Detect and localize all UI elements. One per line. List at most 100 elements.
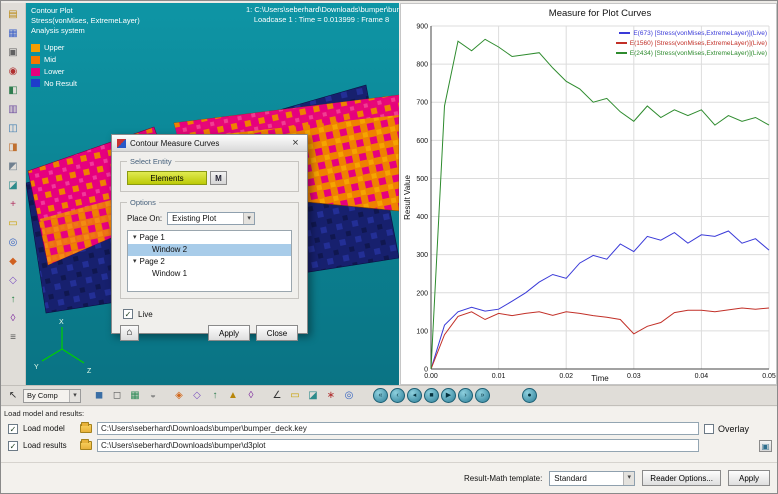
tensor-panel-icon[interactable]: ▲: [225, 388, 241, 404]
tree-expand-icon[interactable]: ▾: [133, 232, 137, 244]
selection-mode-dropdown[interactable]: By Comp▾: [23, 389, 81, 403]
entity-attributes-icon[interactable]: ◨: [5, 140, 21, 156]
capture-image-icon[interactable]: ◉: [5, 64, 21, 80]
chart-legend: E(673) [Stress(vonMises,ExtremeLayer)](L…: [616, 29, 767, 58]
tree-node-window-1[interactable]: Window 1: [128, 268, 291, 280]
folder-icon[interactable]: [80, 441, 92, 450]
chart-title: Measure for Plot Curves: [549, 8, 652, 19]
reader-options-button[interactable]: Reader Options...: [642, 470, 721, 486]
animation-slider-knob[interactable]: ●: [522, 388, 537, 403]
entity-mode-button[interactable]: M: [210, 171, 227, 185]
svg-text:400: 400: [416, 214, 428, 221]
page-layout-icon[interactable]: ◧: [5, 83, 21, 99]
shaded-mode-icon[interactable]: ◼: [91, 388, 107, 404]
iso-panel-icon[interactable]: ◇: [189, 388, 205, 404]
stop-button[interactable]: ■: [424, 388, 439, 403]
series-line-2[interactable]: [431, 39, 769, 369]
tree-node-label: Window 2: [152, 244, 187, 256]
previous-frame-button[interactable]: ‹: [390, 388, 405, 403]
tree-node-page-2[interactable]: ▾Page 2: [128, 256, 291, 268]
chevron-down-icon[interactable]: ▾: [623, 472, 634, 485]
dialog-title: Contour Measure Curves: [130, 139, 219, 148]
panel-apply-button[interactable]: Apply: [728, 470, 770, 486]
load-model-checkbox[interactable]: ✓: [8, 424, 18, 434]
svg-text:700: 700: [416, 100, 428, 107]
series-line-0[interactable]: [431, 231, 769, 369]
legend-color-swatch: [31, 56, 40, 64]
mask-icon[interactable]: ◩: [5, 159, 21, 175]
print-icon[interactable]: ▣: [5, 45, 21, 61]
preferences-icon[interactable]: ≡: [5, 330, 21, 346]
dialog-title-bar[interactable]: Contour Measure Curves ×: [112, 135, 307, 152]
apply-button[interactable]: Apply: [208, 325, 250, 341]
first-frame-button[interactable]: «: [373, 388, 388, 403]
play-button[interactable]: ▶: [441, 388, 456, 403]
close-icon[interactable]: ×: [289, 137, 302, 149]
tree-node-page-1[interactable]: ▾Page 1: [128, 232, 291, 244]
svg-text:900: 900: [416, 24, 428, 31]
overlay-checkbox[interactable]: [704, 424, 714, 434]
home-button[interactable]: ⌂: [120, 325, 139, 341]
deformed-panel-icon[interactable]: ◊: [243, 388, 259, 404]
last-frame-button[interactable]: »: [475, 388, 490, 403]
chart-legend-entry: E(673) [Stress(vonMises,ExtremeLayer)](L…: [616, 29, 767, 39]
measure-panel-icon[interactable]: ∠: [269, 388, 285, 404]
tracking-icon[interactable]: ◎: [5, 235, 21, 251]
orientation-triad: X Y Z: [32, 315, 102, 377]
results-right-controls: ▣: [704, 440, 772, 452]
vector-plot-icon[interactable]: ↑: [5, 292, 21, 308]
deformed-shape-icon[interactable]: ◊: [5, 311, 21, 327]
plot-window[interactable]: 01002003004005006007008009000.000.010.02…: [400, 3, 777, 385]
open-session-icon[interactable]: ▤: [5, 7, 21, 23]
load-panel-title: Load model and results:: [1, 407, 778, 420]
result-math-label: Result-Math template:: [464, 474, 542, 483]
chevron-down-icon[interactable]: ▾: [69, 390, 80, 402]
vector-panel-icon[interactable]: ↑: [207, 388, 223, 404]
folder-icon[interactable]: [80, 424, 92, 433]
place-on-dropdown[interactable]: Existing Plot ▾: [167, 212, 255, 225]
select-entity-label: Select Entity: [127, 157, 175, 166]
section-cut-panel-icon[interactable]: ◪: [305, 388, 321, 404]
section-cut-icon[interactable]: ◪: [5, 178, 21, 194]
window-layout-icon[interactable]: ▥: [5, 102, 21, 118]
notes-panel-icon[interactable]: ▭: [287, 388, 303, 404]
load-results-row: ✓ Load results ▣: [1, 437, 778, 454]
load-results-checkbox[interactable]: ✓: [8, 441, 18, 451]
results-browser-icon[interactable]: ◫: [5, 121, 21, 137]
plot-target-tree[interactable]: ▾Page 1Window 2▾Page 2Window 1: [127, 230, 292, 292]
entity-selector-icon[interactable]: ↖: [5, 388, 21, 404]
result-math-dropdown[interactable]: Standard ▾: [549, 471, 635, 486]
chart-legend-entry: E(1560) [Stress(vonMises,ExtremeLayer)](…: [616, 39, 767, 49]
live-checkbox[interactable]: ✓: [123, 309, 133, 319]
iso-surface-icon[interactable]: ◇: [5, 273, 21, 289]
model-path-input[interactable]: [97, 422, 699, 435]
legend-series-label: E(673) [Stress(vonMises,ExtremeLayer)](L…: [633, 30, 767, 37]
exploded-view-icon[interactable]: ∗: [323, 388, 339, 404]
chevron-down-icon[interactable]: ▾: [243, 213, 254, 224]
mesh-lines-icon[interactable]: ▦: [127, 388, 143, 404]
select-value: By Comp: [24, 391, 69, 400]
tracking-systems-icon[interactable]: ◎: [341, 388, 357, 404]
reverse-play-button[interactable]: ◂: [407, 388, 422, 403]
contour-result-label: Stress(vonMises, ExtremeLayer): [31, 16, 140, 26]
notes-icon[interactable]: ▭: [5, 216, 21, 232]
save-session-icon[interactable]: ▦: [5, 26, 21, 42]
transparency-icon[interactable]: ◒: [145, 388, 161, 404]
chart-legend-entry: E(2434) [Stress(vonMises,ExtremeLayer)](…: [616, 49, 767, 59]
reader-icon[interactable]: ▣: [759, 440, 772, 452]
contour-icon[interactable]: ◆: [5, 254, 21, 270]
tree-expand-icon[interactable]: ▾: [133, 256, 137, 268]
measure-icon[interactable]: +: [5, 197, 21, 213]
svg-text:0.02: 0.02: [559, 373, 573, 380]
results-path-input[interactable]: [97, 439, 699, 452]
tree-node-window-2[interactable]: Window 2: [128, 244, 291, 256]
series-line-1[interactable]: [431, 308, 769, 369]
next-frame-button[interactable]: ›: [458, 388, 473, 403]
entity-type-button[interactable]: Elements: [127, 171, 207, 185]
dialog-app-icon: [117, 139, 126, 148]
wireframe-mode-icon[interactable]: ◻: [109, 388, 125, 404]
close-button[interactable]: Close: [256, 325, 298, 341]
entity-row: Elements M: [127, 171, 292, 185]
contour-panel-icon[interactable]: ◈: [171, 388, 187, 404]
plot-canvas[interactable]: 01002003004005006007008009000.000.010.02…: [401, 4, 776, 383]
